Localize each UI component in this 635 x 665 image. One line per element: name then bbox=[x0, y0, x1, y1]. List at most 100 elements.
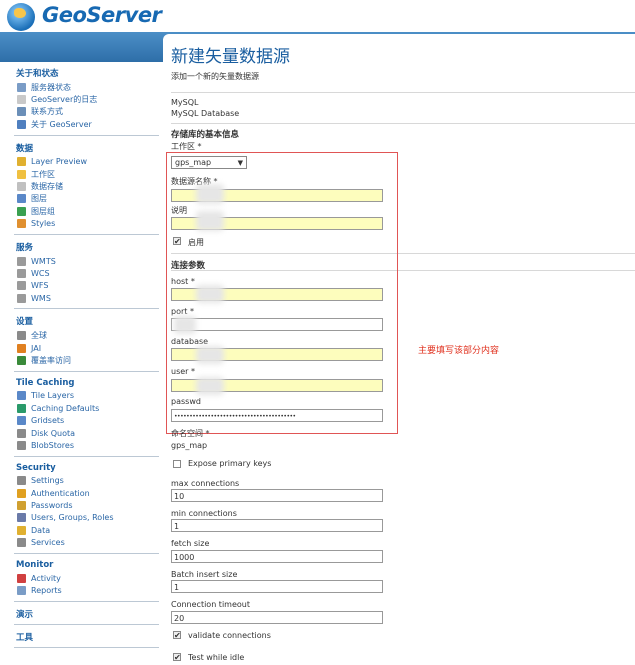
sidebar-item[interactable]: 全球 bbox=[17, 329, 159, 341]
sidebar-item-label: 数据存储 bbox=[31, 182, 63, 192]
sidebar-divider bbox=[14, 233, 159, 235]
services-security-icon bbox=[17, 538, 26, 548]
sidebar-divider bbox=[14, 623, 159, 625]
divider bbox=[171, 123, 635, 124]
sidebar-item[interactable]: Data bbox=[17, 524, 159, 536]
sidebar-item[interactable]: Reports bbox=[17, 584, 159, 596]
key-icon bbox=[17, 501, 26, 511]
sidebar-divider bbox=[14, 552, 159, 554]
folder-icon bbox=[17, 169, 26, 179]
redaction-blur bbox=[196, 211, 224, 231]
redaction-blur bbox=[196, 285, 224, 303]
sidebar-item[interactable]: Passwords bbox=[17, 499, 159, 511]
min-connections-input[interactable]: 1 bbox=[171, 519, 383, 532]
sidebar-divider bbox=[14, 308, 159, 310]
sidebar-section-title: 服务 bbox=[16, 242, 34, 253]
max-connections-input[interactable]: 10 bbox=[171, 489, 383, 502]
sidebar-item-label: Layer Preview bbox=[31, 157, 87, 167]
app-logo-text[interactable]: GeoServer bbox=[42, 3, 162, 27]
info-icon bbox=[17, 119, 26, 129]
log-icon bbox=[17, 95, 26, 105]
sidebar-item-label: Activity bbox=[31, 573, 61, 583]
gridsets-icon bbox=[17, 416, 26, 426]
sidebar-item[interactable]: 图层组 bbox=[17, 205, 159, 217]
sidebar-item[interactable]: WMTS bbox=[17, 255, 159, 267]
sidebar-item-label: 工作区 bbox=[31, 169, 55, 179]
geoserver-logo-icon[interactable] bbox=[7, 3, 35, 31]
fetch-size-input[interactable]: 1000 bbox=[171, 550, 383, 563]
page-title: 新建矢量数据源 bbox=[171, 47, 290, 67]
styles-icon bbox=[17, 219, 26, 229]
sidebar-item[interactable]: 工作区 bbox=[17, 168, 159, 180]
sidebar-item-label: Services bbox=[31, 538, 65, 548]
jai-icon bbox=[17, 343, 26, 353]
sidebar-divider bbox=[14, 646, 159, 648]
sidebar-item[interactable]: GeoServer的日志 bbox=[17, 93, 159, 105]
sidebar-item-label: Reports bbox=[31, 586, 62, 596]
sidebar-item[interactable]: JAI bbox=[17, 342, 159, 354]
sidebar-item[interactable]: Services bbox=[17, 537, 159, 549]
sidebar-section-title: 工具 bbox=[16, 632, 34, 643]
annotation-note: 主要填写该部分内容 bbox=[418, 346, 500, 356]
test-while-idle-checkbox[interactable]: ✔ bbox=[173, 653, 181, 662]
redaction-blur bbox=[174, 316, 196, 334]
sidebar-item[interactable]: WFS bbox=[17, 280, 159, 292]
store-type-description: MySQL Database bbox=[171, 109, 240, 118]
sidebar-section-title: 关于和状态 bbox=[16, 69, 59, 79]
sidebar-item[interactable]: 图层 bbox=[17, 193, 159, 205]
sidebar-item-label: 覆盖率访问 bbox=[31, 355, 71, 365]
activity-icon bbox=[17, 573, 26, 583]
sidebar-item-label: Tile Layers bbox=[31, 391, 75, 401]
connection-timeout-input[interactable]: 20 bbox=[171, 611, 383, 624]
sidebar-item[interactable]: Activity bbox=[17, 572, 159, 584]
tile-layers-icon bbox=[17, 391, 26, 401]
redaction-blur bbox=[196, 184, 224, 204]
sidebar-section-title: Tile Caching bbox=[16, 377, 75, 388]
sidebar-item[interactable]: Tile Layers bbox=[17, 390, 159, 402]
sidebar-item[interactable]: 数据存储 bbox=[17, 180, 159, 192]
sidebar-item[interactable]: Users, Groups, Roles bbox=[17, 512, 159, 524]
layers-icon bbox=[17, 194, 26, 204]
test-while-idle-label: Test while idle bbox=[188, 653, 245, 662]
sidebar-item[interactable]: Gridsets bbox=[17, 414, 159, 426]
sidebar-item[interactable]: 覆盖率访问 bbox=[17, 354, 159, 366]
sidebar-item-label: GeoServer的日志 bbox=[31, 95, 98, 105]
sidebar-item-label: Data bbox=[31, 525, 51, 535]
sidebar-item[interactable]: 关于 GeoServer bbox=[17, 118, 159, 130]
validate-connections-checkbox[interactable]: ✔ bbox=[173, 631, 181, 640]
sidebar-item-label: 联系方式 bbox=[31, 107, 63, 117]
sidebar-item[interactable]: WMS bbox=[17, 292, 159, 304]
sidebar-item[interactable]: Authentication bbox=[17, 487, 159, 499]
basic-info-header: 存储库的基本信息 bbox=[171, 130, 240, 140]
wcs-icon bbox=[17, 268, 26, 278]
batch-insert-size-input[interactable]: 1 bbox=[171, 580, 383, 593]
sidebar-item[interactable]: 联系方式 bbox=[17, 106, 159, 118]
globe-icon bbox=[17, 403, 26, 413]
max-connections-label: max connections bbox=[171, 479, 240, 488]
sidebar-item[interactable]: BlobStores bbox=[17, 439, 159, 451]
coverage-access-icon bbox=[17, 355, 26, 365]
sidebar-divider bbox=[14, 134, 159, 136]
workspace-label: 工作区 * bbox=[171, 142, 202, 151]
sidebar-item[interactable]: WCS bbox=[17, 267, 159, 279]
sidebar-item[interactable]: 服务器状态 bbox=[17, 81, 159, 93]
sidebar-item-label: JAI bbox=[31, 343, 42, 353]
sidebar-item[interactable]: Disk Quota bbox=[17, 427, 159, 439]
shield-icon bbox=[17, 488, 26, 498]
sidebar-item-label: Settings bbox=[31, 476, 64, 486]
page-description: 添加一个新的矢量数据源 bbox=[171, 72, 259, 81]
sidebar: 关于和状态服务器状态 GeoServer的日志 联系方式 关于 GeoServer 数据… bbox=[6, 62, 159, 665]
reports-icon bbox=[17, 586, 26, 596]
sidebar-item-label: BlobStores bbox=[31, 440, 74, 450]
sidebar-item[interactable]: Settings bbox=[17, 475, 159, 487]
sidebar-item[interactable]: Caching Defaults bbox=[17, 402, 159, 414]
store-type: MySQL bbox=[171, 98, 199, 107]
sidebar-item[interactable]: Styles bbox=[17, 218, 159, 230]
expose-primary-keys-checkbox[interactable] bbox=[173, 460, 181, 468]
sidebar-item[interactable]: Layer Preview bbox=[17, 156, 159, 168]
sidebar-item-label: WCS bbox=[31, 268, 50, 278]
layer-group-icon bbox=[17, 206, 26, 216]
sidebar-section-title: 数据 bbox=[16, 143, 34, 154]
sidebar-divider bbox=[14, 600, 159, 602]
sidebar-item-label: WFS bbox=[31, 281, 49, 291]
